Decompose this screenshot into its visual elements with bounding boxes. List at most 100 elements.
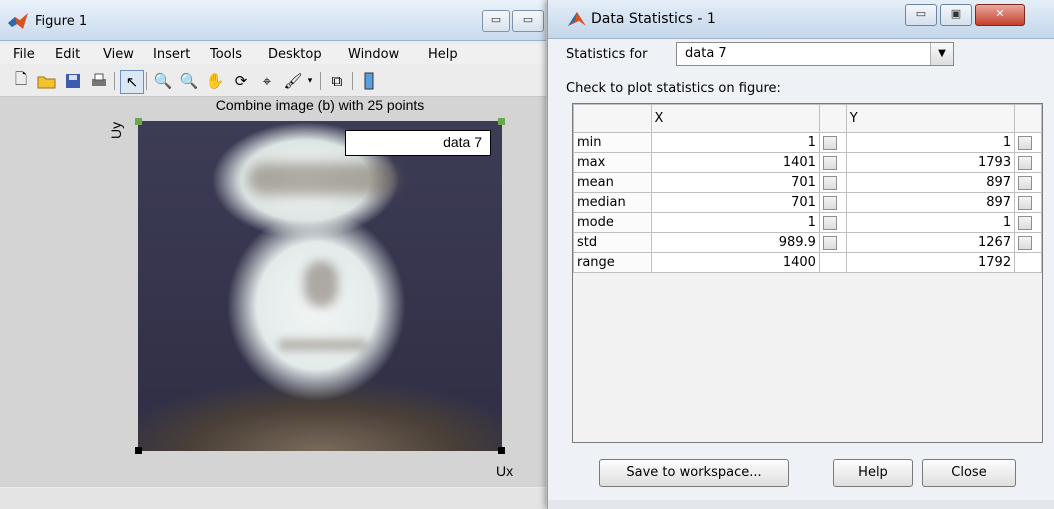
- table-row: max 1401 1793: [573, 152, 1042, 173]
- image-axes[interactable]: [138, 121, 502, 451]
- plot-x-mean-checkbox[interactable]: [822, 175, 837, 190]
- menu-window[interactable]: Window: [348, 47, 399, 62]
- save-icon[interactable]: [62, 70, 84, 92]
- plot-y-min-checkbox[interactable]: [1018, 135, 1033, 150]
- help-button[interactable]: Help: [833, 459, 913, 487]
- plot-x-mode-checkbox[interactable]: [822, 215, 837, 230]
- figure-window: Figure 1 ▭ ▭ File Edit View Insert Tools…: [0, 0, 546, 509]
- zoom-in-icon[interactable]: 🔍: [152, 70, 174, 92]
- statistics-for-label: Statistics for: [566, 47, 648, 62]
- row-label: mean: [573, 172, 652, 193]
- plot-x-std-checkbox[interactable]: [822, 235, 837, 250]
- empty-check-cell: [1014, 252, 1042, 273]
- data-cursor-icon[interactable]: ⌖: [256, 70, 278, 92]
- plot-y-std-checkbox[interactable]: [1018, 235, 1033, 250]
- menu-desktop[interactable]: Desktop: [268, 47, 322, 62]
- corner-point-marker: [135, 447, 142, 454]
- chevron-down-icon[interactable]: ▼: [930, 43, 953, 65]
- statistics-table: X Y min 1 1 max 1401 1793 mean 701 897 m…: [572, 103, 1043, 443]
- row-label: min: [573, 132, 652, 153]
- minimize-button[interactable]: ▭: [482, 10, 510, 32]
- dialog-bottom-edge: [548, 500, 1054, 509]
- plot-area: Combine image (b) with 25 points Uy data…: [0, 97, 546, 487]
- legend[interactable]: data 7: [345, 130, 491, 156]
- plot-y-max-checkbox[interactable]: [1018, 155, 1033, 170]
- brush-icon[interactable]: 🖌: [282, 70, 304, 92]
- toolbar-separator: [114, 72, 115, 90]
- close-button[interactable]: Close: [922, 459, 1016, 487]
- image-face-nose: [304, 261, 338, 307]
- menu-help[interactable]: Help: [428, 47, 458, 62]
- x-value: 701: [650, 192, 820, 213]
- plot-y-mean-checkbox[interactable]: [1018, 175, 1033, 190]
- corner-point-marker: [498, 447, 505, 454]
- maximize-button[interactable]: ▣: [940, 4, 972, 26]
- colorbar-icon[interactable]: [358, 70, 380, 92]
- pan-hand-icon[interactable]: ✋: [204, 70, 226, 92]
- menu-insert[interactable]: Insert: [153, 47, 190, 62]
- plot-y-median-checkbox[interactable]: [1018, 195, 1033, 210]
- row-label: range: [573, 252, 652, 273]
- table-row: min 1 1: [573, 132, 1042, 153]
- table-row: std 989.9 1267: [573, 232, 1042, 253]
- table-row: median 701 897: [573, 192, 1042, 213]
- plot-title: Combine image (b) with 25 points: [215, 97, 425, 113]
- corner-point-marker: [135, 118, 142, 125]
- minimize-button[interactable]: ▭: [905, 4, 937, 26]
- print-icon[interactable]: [88, 70, 110, 92]
- column-header-x: X: [650, 104, 820, 133]
- row-label: max: [573, 152, 652, 173]
- save-to-workspace-button[interactable]: Save to workspace...: [599, 459, 789, 487]
- figure-toolbar: 🗋 ↖ 🔍 🔍 ✋ ⟳ ⌖ 🖌 ▾ ⧉: [0, 66, 546, 97]
- figure-bottom-bar: [0, 488, 546, 509]
- dropdown-arrow-icon[interactable]: ▾: [304, 70, 316, 92]
- table-header-row: X Y: [573, 104, 1042, 133]
- plot-x-median-checkbox[interactable]: [822, 195, 837, 210]
- statistics-for-select[interactable]: data 7 ▼: [676, 42, 954, 66]
- y-value: 1: [845, 132, 1016, 153]
- pointer-icon[interactable]: ↖: [120, 70, 144, 94]
- maximize-button[interactable]: ▭: [512, 10, 544, 32]
- row-label: median: [573, 192, 652, 213]
- dialog-title: Data Statistics - 1: [591, 11, 716, 27]
- y-value: 1792: [845, 252, 1016, 273]
- zoom-out-icon[interactable]: 🔍: [178, 70, 200, 92]
- menu-tools[interactable]: Tools: [210, 47, 242, 62]
- legend-label: data 7: [443, 134, 482, 150]
- figure-titlebar: Figure 1 ▭ ▭: [0, 0, 546, 41]
- y-value: 1267: [845, 232, 1016, 253]
- statistics-for-value: data 7: [685, 46, 727, 61]
- open-folder-icon[interactable]: [36, 70, 58, 92]
- x-value: 1400: [650, 252, 820, 273]
- column-header-x-check: [818, 104, 847, 133]
- matlab-logo-icon: [568, 12, 586, 26]
- row-header-corner: [573, 104, 652, 133]
- new-file-icon[interactable]: 🗋: [10, 70, 32, 92]
- plot-x-max-checkbox[interactable]: [822, 155, 837, 170]
- y-value: 897: [845, 172, 1016, 193]
- rotate-3d-icon[interactable]: ⟳: [230, 70, 252, 92]
- plot-y-mode-checkbox[interactable]: [1018, 215, 1033, 230]
- x-value: 1: [650, 212, 820, 233]
- link-plot-icon[interactable]: ⧉: [326, 70, 348, 92]
- x-axis-label: Ux: [496, 463, 514, 479]
- y-value: 1793: [845, 152, 1016, 173]
- figure-menubar: File Edit View Insert Tools Desktop Wind…: [0, 44, 546, 64]
- column-header-y: Y: [845, 104, 1016, 133]
- row-label: mode: [573, 212, 652, 233]
- x-value: 1401: [650, 152, 820, 173]
- menu-view[interactable]: View: [103, 47, 134, 62]
- table-row: mean 701 897: [573, 172, 1042, 193]
- plot-x-min-checkbox[interactable]: [822, 135, 837, 150]
- table-row: mode 1 1: [573, 212, 1042, 233]
- menu-edit[interactable]: Edit: [55, 47, 80, 62]
- x-value: 989.9: [650, 232, 820, 253]
- y-axis-label: Uy: [108, 121, 124, 139]
- x-value: 1: [650, 132, 820, 153]
- image-face-brow: [248, 163, 398, 195]
- toolbar-separator: [146, 72, 147, 90]
- close-window-button[interactable]: ✕: [975, 4, 1025, 26]
- menu-file[interactable]: File: [13, 47, 35, 62]
- row-label: std: [573, 232, 652, 253]
- figure-title: Figure 1: [35, 14, 88, 29]
